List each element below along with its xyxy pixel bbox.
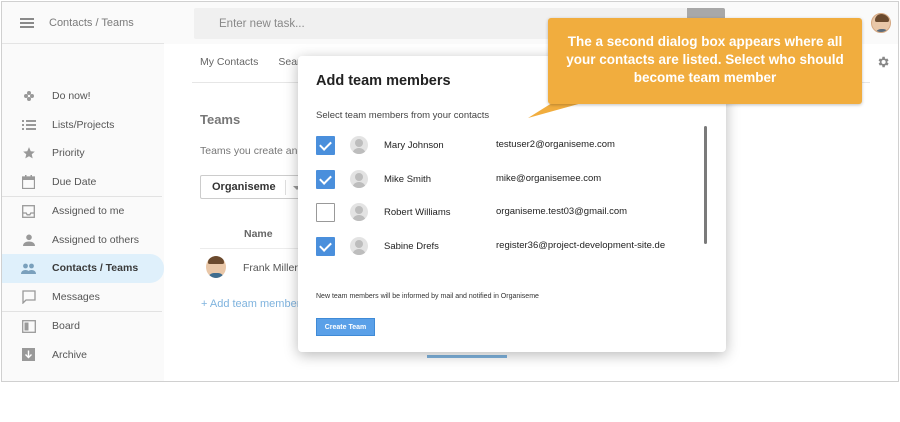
star-icon <box>21 146 36 161</box>
member-name: Frank Millerr <box>243 262 302 274</box>
contact-email: testuser2@organiseme.com <box>496 139 615 150</box>
sidebar-item-archive[interactable]: Archive <box>2 341 164 370</box>
avatar-placeholder-icon <box>350 203 368 221</box>
contact-name: Robert Williams <box>384 207 451 218</box>
sidebar-item-label: Assigned to others <box>52 233 139 246</box>
sidebar-item-do-now[interactable]: Do now! <box>2 82 164 111</box>
column-header-name: Name <box>244 228 273 240</box>
contact-email: organiseme.test03@gmail.com <box>496 206 628 217</box>
list-item[interactable]: Sabine Drefs register36@project-developm… <box>316 233 696 267</box>
contact-list: Mary Johnson testuser2@organiseme.com Mi… <box>316 132 696 266</box>
sidebar-item-assigned-to-others[interactable]: Assigned to others <box>2 226 164 255</box>
inbox-icon <box>21 204 36 219</box>
sidebar-item-label: Archive <box>52 348 88 361</box>
tabs: My Contacts Searc <box>200 56 306 68</box>
avatar-placeholder-icon <box>350 169 368 188</box>
contact-email: mike@organisemee.com <box>496 172 602 184</box>
sidebar-item-contacts-teams[interactable]: Contacts / Teams <box>2 254 164 283</box>
select-divider <box>285 180 286 195</box>
list-icon <box>21 117 36 132</box>
contact-checkbox[interactable] <box>316 169 335 189</box>
contact-name: Mary Johnson <box>384 140 444 151</box>
table-divider <box>200 248 300 249</box>
avatar <box>206 256 226 278</box>
board-icon <box>21 319 36 334</box>
user-avatar[interactable] <box>871 13 891 33</box>
sidebar-item-label: Priority <box>52 147 85 160</box>
create-team-button[interactable]: Create Team <box>316 318 375 336</box>
sidebar-item-label: Do now! <box>52 90 91 103</box>
dialog-title: Add team members <box>316 73 451 89</box>
sidebar-item-priority[interactable]: Priority <box>2 139 164 168</box>
sidebar-item-lists-projects[interactable]: Lists/Projects <box>2 111 164 140</box>
tab-my-contacts[interactable]: My Contacts <box>200 56 258 68</box>
sidebar-item-label: Due Date <box>52 175 97 188</box>
page-title: Teams <box>200 112 241 127</box>
tooltip-callout: The a second dialog box appears where al… <box>548 18 862 104</box>
team-select[interactable]: Organiseme <box>200 175 310 199</box>
contact-email: register36@project-development-site.de <box>496 239 666 251</box>
avatar-placeholder-icon <box>350 236 368 255</box>
scrollbar[interactable] <box>704 126 707 244</box>
contact-checkbox[interactable] <box>316 236 335 256</box>
sidebar-item-label: Board <box>52 320 81 333</box>
breadcrumb: Contacts / Teams <box>49 16 134 29</box>
contact-checkbox[interactable] <box>316 203 335 222</box>
dialog-subtitle: Select team members from your contacts <box>316 110 490 121</box>
add-team-member-link[interactable]: + Add team member <box>201 298 300 310</box>
contact-name: Sabine Drefs <box>384 240 439 252</box>
sidebar-item-label: Assigned to me <box>52 205 125 218</box>
list-item[interactable]: Mary Johnson testuser2@organiseme.com <box>316 132 696 166</box>
sidebar-header: Contacts / Teams <box>2 2 164 44</box>
dialog-note: New team members will be informed by mai… <box>316 293 539 300</box>
sidebar-item-assigned-to-me[interactable]: Assigned to me <box>2 197 164 226</box>
hamburger-menu-icon[interactable] <box>20 17 34 28</box>
sidebar: Contacts / Teams Do now! Lists/Projects … <box>2 2 164 381</box>
person-icon <box>21 232 36 247</box>
gear-icon[interactable] <box>876 55 890 69</box>
list-item[interactable]: Mike Smith mike@organisemee.com <box>316 166 696 200</box>
archive-icon <box>21 347 36 362</box>
gamepad-icon <box>21 89 36 104</box>
sidebar-item-label: Lists/Projects <box>52 118 115 131</box>
avatar-placeholder-icon <box>350 136 368 154</box>
contact-checkbox[interactable] <box>316 136 335 155</box>
contact-name: Mike Smith <box>384 173 431 185</box>
people-icon <box>21 261 36 276</box>
sidebar-item-due-date[interactable]: Due Date <box>2 168 164 197</box>
sidebar-item-messages[interactable]: Messages <box>2 283 164 312</box>
sidebar-item-label: Messages <box>52 290 100 303</box>
progress-bar <box>427 355 507 358</box>
sidebar-item-label: Contacts / Teams <box>52 262 139 275</box>
sidebar-nav: Do now! Lists/Projects Priority Due Date <box>2 82 164 369</box>
chat-icon <box>21 289 36 304</box>
list-item[interactable]: Robert Williams organiseme.test03@gmail.… <box>316 199 696 233</box>
teams-description: Teams you create and <box>200 145 304 157</box>
new-task-placeholder: Enter new task... <box>219 17 305 30</box>
sidebar-item-board[interactable]: Board <box>2 312 164 341</box>
team-select-value: Organiseme <box>212 181 276 193</box>
calendar-icon <box>21 174 36 189</box>
